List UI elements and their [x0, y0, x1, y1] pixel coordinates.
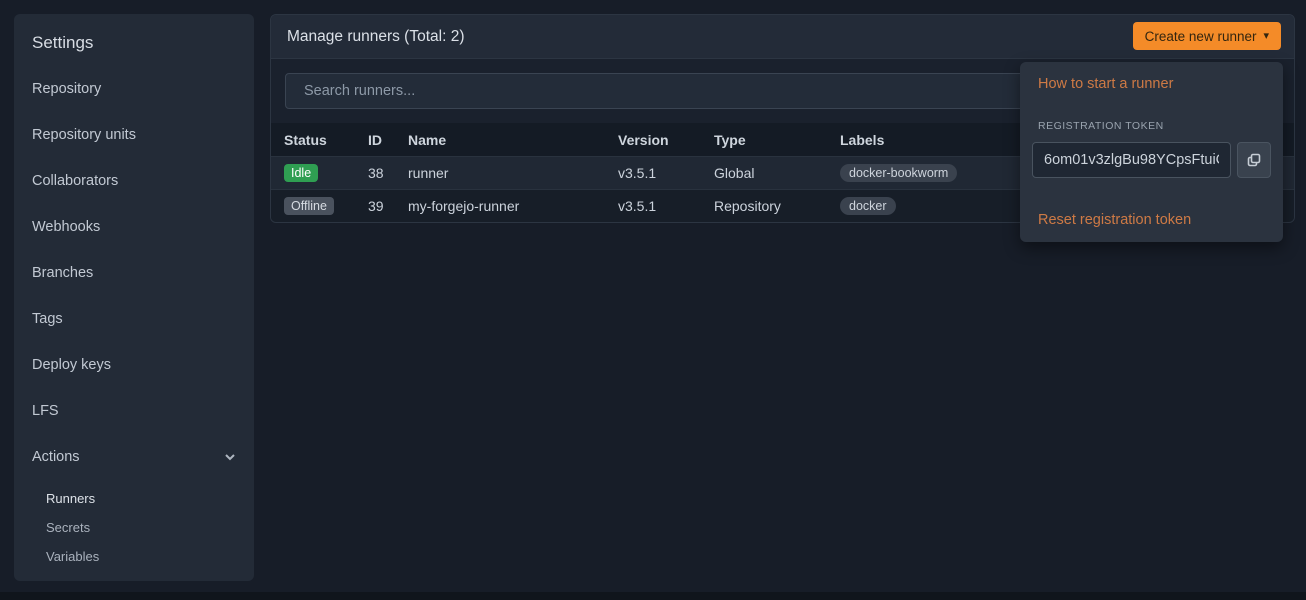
sidebar-item-label: Branches — [32, 265, 93, 281]
status-badge: Offline — [284, 197, 334, 215]
col-header-name: Name — [408, 132, 618, 148]
runner-label-chip: docker-bookworm — [840, 164, 957, 182]
registration-token-label: REGISTRATION TOKEN — [1038, 120, 1265, 132]
col-header-type: Type — [714, 132, 840, 148]
sidebar-item-variables[interactable]: Variables — [14, 542, 254, 571]
sidebar-item-deploy-keys[interactable]: Deploy keys — [14, 342, 254, 388]
runner-name: my-forgejo-runner — [408, 198, 618, 214]
runner-id: 39 — [368, 198, 408, 214]
create-new-runner-label: Create new runner — [1145, 29, 1257, 44]
reset-registration-token-link[interactable]: Reset registration token — [1038, 212, 1265, 228]
sidebar-item-label: Repository — [32, 81, 101, 97]
col-header-status: Status — [271, 132, 368, 148]
runner-id: 38 — [368, 165, 408, 181]
sidebar-item-secrets[interactable]: Secrets — [14, 513, 254, 542]
sidebar-item-label: Webhooks — [32, 219, 100, 235]
sidebar-item-repository[interactable]: Repository — [14, 66, 254, 112]
settings-sidebar: Settings Repository Repository units Col… — [14, 14, 254, 581]
create-new-runner-button[interactable]: Create new runner ▾ — [1133, 22, 1281, 50]
sidebar-item-label: Tags — [32, 311, 63, 327]
chevron-down-icon — [224, 451, 236, 463]
runner-type: Global — [714, 165, 840, 181]
sidebar-item-collaborators[interactable]: Collaborators — [14, 158, 254, 204]
sidebar-subitem-label: Secrets — [46, 520, 90, 535]
page-title: Manage runners (Total: 2) — [287, 28, 464, 46]
sidebar-item-label: LFS — [32, 403, 59, 419]
create-runner-dropdown: How to start a runner REGISTRATION TOKEN… — [1020, 62, 1283, 242]
caret-down-icon: ▾ — [1263, 31, 1269, 42]
sidebar-item-lfs[interactable]: LFS — [14, 388, 254, 434]
sidebar-item-tags[interactable]: Tags — [14, 296, 254, 342]
sidebar-item-label: Collaborators — [32, 173, 118, 189]
sidebar-subitem-label: Variables — [46, 549, 99, 564]
runner-label-chip: docker — [840, 197, 896, 215]
sidebar-item-actions[interactable]: Actions — [14, 434, 254, 480]
runner-version: v3.5.1 — [618, 165, 714, 181]
copy-token-button[interactable] — [1237, 142, 1271, 178]
sidebar-item-label: Repository units — [32, 127, 136, 143]
sidebar-subitem-label: Runners — [46, 491, 95, 506]
how-to-start-runner-link[interactable]: How to start a runner — [1038, 76, 1265, 92]
actions-submenu: Runners Secrets Variables — [14, 484, 254, 571]
registration-token-row — [1032, 142, 1271, 178]
sidebar-item-label: Deploy keys — [32, 357, 111, 373]
copy-icon — [1246, 152, 1262, 168]
runner-name: runner — [408, 165, 618, 181]
sidebar-item-repository-units[interactable]: Repository units — [14, 112, 254, 158]
col-header-version: Version — [618, 132, 714, 148]
sidebar-item-runners[interactable]: Runners — [14, 484, 254, 513]
runner-type: Repository — [714, 198, 840, 214]
sidebar-item-label: Actions — [32, 449, 80, 465]
sidebar-item-branches[interactable]: Branches — [14, 250, 254, 296]
registration-token-input[interactable] — [1032, 142, 1231, 178]
page-bottom-strip — [0, 592, 1306, 600]
runner-version: v3.5.1 — [618, 198, 714, 214]
col-header-id: ID — [368, 132, 408, 148]
status-badge: Idle — [284, 164, 318, 182]
sidebar-item-webhooks[interactable]: Webhooks — [14, 204, 254, 250]
sidebar-title: Settings — [14, 14, 254, 66]
